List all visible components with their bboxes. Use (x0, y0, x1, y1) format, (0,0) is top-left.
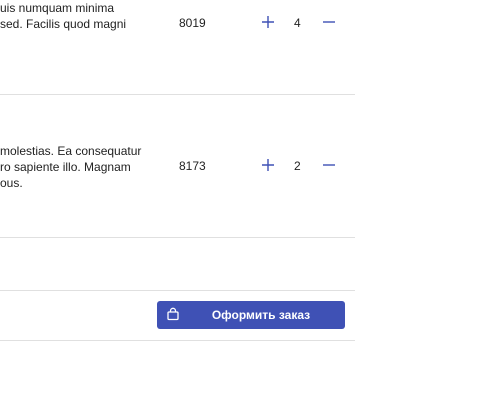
divider (0, 94, 355, 95)
increase-quantity-button[interactable] (260, 157, 276, 173)
decrease-quantity-button[interactable] (321, 157, 337, 173)
cart-item: molestias. Ea consequatur ro sapiente il… (0, 143, 355, 237)
plus-icon (262, 159, 274, 171)
place-order-label: Оформить заказ (211, 308, 311, 322)
cart-page: uis numquam minima sed. Facilis quod mag… (0, 0, 499, 404)
place-order-button[interactable]: Оформить заказ (157, 301, 345, 329)
item-quantity: 4 (294, 16, 301, 30)
item-description: molestias. Ea consequatur ro sapiente il… (0, 144, 142, 190)
item-description: uis numquam minima sed. Facilis quod mag… (0, 1, 127, 31)
decrease-quantity-button[interactable] (321, 14, 337, 30)
item-price: 8173 (179, 159, 206, 173)
plus-icon (262, 16, 274, 28)
cart-item: uis numquam minima sed. Facilis quod mag… (0, 0, 355, 94)
divider (0, 237, 355, 238)
minus-icon (323, 164, 335, 166)
increase-quantity-button[interactable] (260, 14, 276, 30)
minus-icon (323, 21, 335, 23)
item-price: 8019 (179, 16, 206, 30)
divider (0, 340, 355, 341)
item-quantity: 2 (294, 159, 301, 173)
divider (0, 290, 355, 291)
